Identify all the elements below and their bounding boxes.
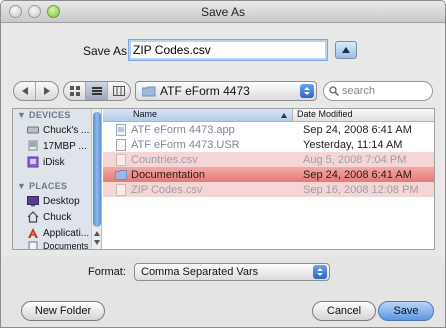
file-name: ZIP Codes.csv bbox=[131, 183, 203, 196]
sidebar-item-label: 17MBP ... bbox=[43, 140, 87, 152]
home-icon bbox=[27, 211, 39, 223]
new-folder-button[interactable]: New Folder bbox=[21, 301, 105, 321]
sidebar-item-applications[interactable]: Applicati... bbox=[13, 225, 101, 241]
idisk-icon bbox=[27, 156, 39, 168]
search-icon bbox=[329, 86, 339, 96]
list-header: Name Date Modified bbox=[103, 109, 434, 122]
documents-icon bbox=[28, 241, 38, 249]
save-button[interactable]: Save bbox=[378, 301, 434, 321]
popup-arrows-icon bbox=[300, 84, 314, 98]
save-as-label: Save As: bbox=[83, 44, 131, 58]
sidebar-item-home[interactable]: Chuck bbox=[13, 209, 101, 225]
search-placeholder: search bbox=[342, 85, 376, 97]
table-row[interactable]: ZIP Codes.csv Sep 16, 2008 12:08 PM bbox=[103, 182, 434, 197]
file-date: Yesterday, 11:14 AM bbox=[303, 138, 403, 151]
file-date: Sep 24, 2008 6:41 AM bbox=[303, 168, 412, 181]
arrow-right-icon bbox=[44, 87, 50, 95]
sidebar-header-devices: ▼ DEVICES bbox=[17, 110, 71, 120]
sidebar-item-label: Applicati... bbox=[43, 227, 90, 239]
filename-input[interactable] bbox=[128, 39, 328, 61]
file-browser: ▼ DEVICES Chuck's ... 17MBP ... iDisk ▼ … bbox=[12, 108, 435, 250]
view-mode-control bbox=[63, 81, 131, 101]
title-bar[interactable]: Save As bbox=[1, 1, 445, 23]
file-name: ATF eForm 4473.USR bbox=[131, 138, 240, 151]
format-popup[interactable]: Comma Separated Vars bbox=[134, 263, 330, 281]
sidebar: ▼ DEVICES Chuck's ... 17MBP ... iDisk ▼ … bbox=[13, 109, 102, 249]
sidebar-item-desktop[interactable]: Desktop bbox=[13, 193, 101, 209]
column-header-date[interactable]: Date Modified bbox=[293, 109, 353, 121]
sidebar-header-places: ▼ PLACES bbox=[17, 181, 68, 191]
collapse-button[interactable] bbox=[335, 41, 357, 59]
file-date: Sep 16, 2008 12:08 PM bbox=[303, 183, 419, 196]
cancel-button[interactable]: Cancel bbox=[312, 301, 376, 321]
column-header-label: Date Modified bbox=[297, 109, 353, 119]
column-header-name[interactable]: Name bbox=[103, 109, 293, 121]
window-title: Save As bbox=[200, 5, 246, 19]
sidebar-item-label: Chuck's ... bbox=[43, 124, 90, 136]
format-value: Comma Separated Vars bbox=[141, 266, 259, 278]
scroll-down-icon[interactable] bbox=[94, 240, 100, 245]
sidebar-item-label: Chuck bbox=[43, 211, 72, 223]
scroll-up-icon[interactable] bbox=[94, 231, 100, 236]
file-date: Aug 5, 2008 7:04 PM bbox=[303, 153, 407, 166]
hard-drive-icon bbox=[27, 126, 39, 134]
arrow-left-icon bbox=[21, 87, 28, 95]
location-label: ATF eForm 4473 bbox=[160, 84, 250, 98]
scrollbar-thumb[interactable] bbox=[93, 112, 101, 227]
csv-file-icon bbox=[116, 153, 126, 166]
icon-view-button[interactable] bbox=[64, 82, 86, 100]
grid-icon bbox=[69, 86, 80, 96]
popup-arrows-icon bbox=[313, 265, 327, 279]
sidebar-item-documents[interactable]: Documents bbox=[13, 241, 101, 250]
search-field[interactable]: search bbox=[323, 81, 433, 101]
location-popup[interactable]: ATF eForm 4473 bbox=[135, 81, 317, 101]
back-button[interactable] bbox=[14, 82, 36, 100]
desktop-icon bbox=[27, 196, 39, 207]
file-date: Sep 24, 2008 6:41 AM bbox=[303, 123, 412, 136]
file-name: Countries.csv bbox=[131, 153, 198, 166]
table-row[interactable]: Documentation Sep 24, 2008 6:41 AM bbox=[103, 167, 434, 182]
save-as-dialog: Save As Save As: ATF eFor bbox=[0, 0, 446, 328]
sidebar-item-hard-drive[interactable]: Chuck's ... bbox=[13, 122, 101, 138]
column-header-label: Name bbox=[133, 109, 158, 119]
sort-arrow-icon bbox=[281, 113, 287, 118]
back-forward-control bbox=[13, 81, 59, 101]
sidebar-scrollbar[interactable] bbox=[91, 109, 101, 249]
sidebar-item-label: Documents bbox=[43, 241, 89, 250]
laptop-icon bbox=[28, 140, 38, 151]
file-name: Documentation bbox=[131, 168, 205, 181]
folder-icon bbox=[115, 169, 127, 180]
sidebar-item-label: Desktop bbox=[43, 195, 80, 207]
list-icon bbox=[91, 87, 102, 95]
csv-file-icon bbox=[116, 183, 126, 196]
triangle-up-icon bbox=[342, 47, 350, 53]
app-file-icon bbox=[116, 123, 126, 136]
folder-icon bbox=[142, 86, 156, 96]
document-icon bbox=[116, 138, 126, 151]
file-list: Name Date Modified ATF eForm 4473.app Se… bbox=[103, 109, 434, 249]
columns-icon bbox=[113, 86, 125, 96]
column-view-button[interactable] bbox=[108, 82, 130, 100]
file-name: ATF eForm 4473.app bbox=[131, 123, 235, 136]
sidebar-item-laptop[interactable]: 17MBP ... bbox=[13, 138, 101, 154]
toolbar bbox=[13, 81, 131, 101]
forward-button[interactable] bbox=[36, 82, 58, 100]
table-row[interactable]: Countries.csv Aug 5, 2008 7:04 PM bbox=[103, 152, 434, 167]
format-label: Format: bbox=[88, 266, 126, 278]
table-row[interactable]: ATF eForm 4473.USR Yesterday, 11:14 AM bbox=[103, 137, 434, 152]
applications-icon bbox=[28, 228, 38, 238]
sidebar-item-idisk[interactable]: iDisk bbox=[13, 154, 101, 170]
sidebar-item-label: iDisk bbox=[43, 156, 65, 168]
table-row[interactable]: ATF eForm 4473.app Sep 24, 2008 6:41 AM bbox=[103, 122, 434, 137]
list-view-button[interactable] bbox=[86, 82, 108, 100]
